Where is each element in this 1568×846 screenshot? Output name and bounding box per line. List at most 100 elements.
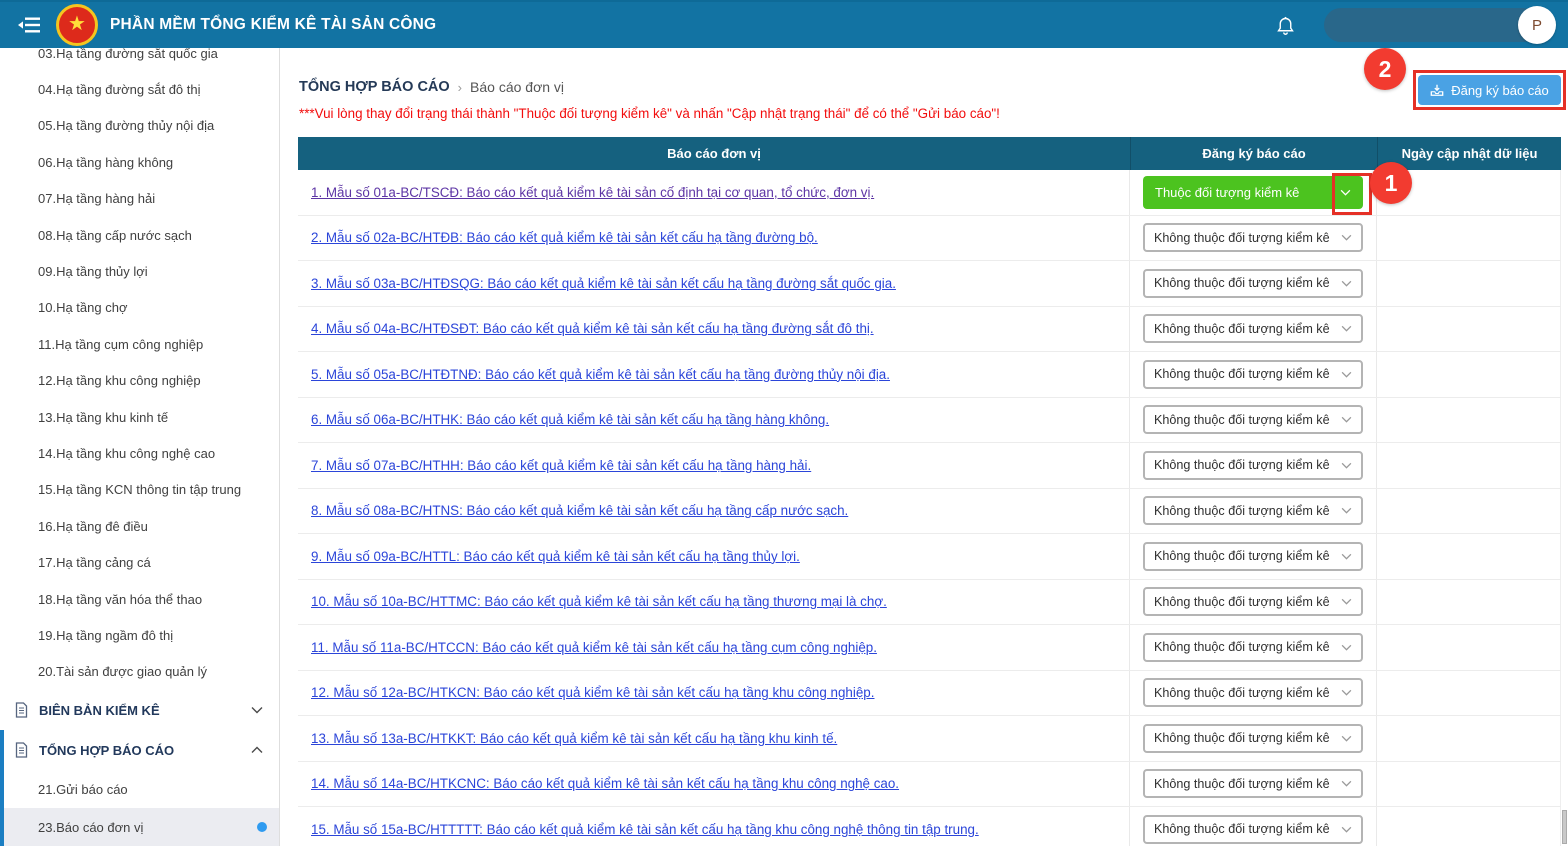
sidebar-item-label: 23.Báo cáo đơn vị <box>38 819 144 835</box>
sidebar-item[interactable]: 12.Hạ tầng khu công nghiệp <box>0 363 279 399</box>
breadcrumb-page: Báo cáo đơn vị <box>470 79 565 95</box>
status-select[interactable]: Không thuộc đối tượng kiểm kê <box>1143 541 1363 571</box>
sidebar-section-bien-ban-kiem-ke[interactable]: BIÊN BẢN KIỂM KÊ <box>0 690 279 730</box>
status-select[interactable]: Không thuộc đối tượng kiểm kê <box>1143 723 1363 753</box>
report-link[interactable]: 3. Mẫu số 03a-BC/HTĐSQG: Báo cáo kết quả… <box>311 276 896 291</box>
report-cell: 7. Mẫu số 07a-BC/HTHH: Báo cáo kết quả k… <box>298 443 1130 488</box>
sidebar-item[interactable]: 16.Hạ tầng đê điều <box>0 508 279 544</box>
sidebar-item-gui-bao-cao[interactable]: 21.Gửi báo cáo <box>4 770 279 808</box>
status-select[interactable]: Không thuộc đối tượng kiểm kê <box>1143 314 1363 344</box>
status-select[interactable]: Không thuộc đối tượng kiểm kê <box>1143 678 1363 708</box>
report-link[interactable]: 15. Mẫu số 15a-BC/HTTTTT: Báo cáo kết qu… <box>311 822 979 837</box>
report-link[interactable]: 9. Mẫu số 09a-BC/HTTL: Báo cáo kết quả k… <box>311 549 800 564</box>
report-link[interactable]: 12. Mẫu số 12a-BC/HTKCN: Báo cáo kết quả… <box>311 685 874 700</box>
report-cell: 9. Mẫu số 09a-BC/HTTL: Báo cáo kết quả k… <box>298 534 1130 579</box>
sidebar-item[interactable]: 07.Hạ tầng hàng hải <box>0 181 279 217</box>
sidebar-item-clipped[interactable]: 03.Hạ tầng đường sắt quốc gia <box>0 48 279 71</box>
vertical-scrollbar-thumb[interactable] <box>1562 810 1567 844</box>
report-cell: 15. Mẫu số 15a-BC/HTTTTT: Báo cáo kết qu… <box>298 807 1130 846</box>
app-header: ★ PHẦN MỀM TỔNG KIỂM KÊ TÀI SẢN CÔNG P <box>0 0 1568 48</box>
report-link[interactable]: 2. Mẫu số 02a-BC/HTĐB: Báo cáo kết quả k… <box>311 230 818 245</box>
column-header-ngay-cap-nhat: Ngày cập nhật dữ liệu <box>1377 137 1561 170</box>
report-link[interactable]: 4. Mẫu số 04a-BC/HTĐSĐT: Báo cáo kết quả… <box>311 321 874 336</box>
notification-bell-icon[interactable] <box>1275 15 1296 36</box>
chevron-down-icon <box>1341 689 1352 696</box>
table-row: 4. Mẫu số 04a-BC/HTĐSĐT: Báo cáo kết quả… <box>298 306 1561 352</box>
report-link[interactable]: 14. Mẫu số 14a-BC/HTKCNC: Báo cáo kết qu… <box>311 776 899 791</box>
status-select[interactable]: Không thuộc đối tượng kiểm kê <box>1143 450 1363 480</box>
updated-date-cell <box>1377 215 1561 260</box>
status-select[interactable]: Không thuộc đối tượng kiểm kê <box>1143 268 1363 298</box>
sidebar-item[interactable]: 05.Hạ tầng đường thủy nội địa <box>0 108 279 144</box>
register-report-button[interactable]: Đăng ký báo cáo <box>1418 75 1561 105</box>
sidebar-item[interactable]: 17.Hạ tầng cảng cá <box>0 544 279 580</box>
sidebar-item[interactable]: 04.Hạ tầng đường sắt đô thị <box>0 71 279 107</box>
status-select-value: Không thuộc đối tượng kiểm kê <box>1154 685 1330 700</box>
sidebar-item[interactable]: 08.Hạ tầng cấp nước sạch <box>0 217 279 253</box>
report-link[interactable]: 7. Mẫu số 07a-BC/HTHH: Báo cáo kết quả k… <box>311 458 811 473</box>
table-row: 3. Mẫu số 03a-BC/HTĐSQG: Báo cáo kết quả… <box>298 261 1561 307</box>
report-table: Báo cáo đơn vị Đăng ký báo cáo Ngày cập … <box>298 137 1561 846</box>
chevron-down-icon <box>1341 644 1352 651</box>
table-row: 9. Mẫu số 09a-BC/HTTL: Báo cáo kết quả k… <box>298 534 1561 580</box>
status-select[interactable]: Thuộc đối tượng kiểm kê <box>1143 175 1363 209</box>
status-select[interactable]: Không thuộc đối tượng kiểm kê <box>1143 632 1363 662</box>
updated-date-cell <box>1377 625 1561 670</box>
annotation-box-status-chevron <box>1332 173 1372 215</box>
report-link[interactable]: 5. Mẫu số 05a-BC/HTĐTNĐ: Báo cáo kết quả… <box>311 367 890 382</box>
report-link[interactable]: 13. Mẫu số 13a-BC/HTKKT: Báo cáo kết quả… <box>311 731 837 746</box>
sidebar-section-tong-hop-bao-cao[interactable]: TỔNG HỢP BÁO CÁO <box>4 730 279 770</box>
sidebar-item[interactable]: 15.Hạ tầng KCN thông tin tập trung <box>0 472 279 508</box>
table-row: 12. Mẫu số 12a-BC/HTKCN: Báo cáo kết quả… <box>298 670 1561 716</box>
status-select[interactable]: Không thuộc đối tượng kiểm kê <box>1143 769 1363 799</box>
status-select-value: Không thuộc đối tượng kiểm kê <box>1154 321 1330 336</box>
status-select[interactable]: Không thuộc đối tượng kiểm kê <box>1143 359 1363 389</box>
status-select[interactable]: Không thuộc đối tượng kiểm kê <box>1143 814 1363 844</box>
table-row: 2. Mẫu số 02a-BC/HTĐB: Báo cáo kết quả k… <box>298 215 1561 261</box>
report-link[interactable]: 8. Mẫu số 08a-BC/HTNS: Báo cáo kết quả k… <box>311 503 848 518</box>
status-select[interactable]: Không thuộc đối tượng kiểm kê <box>1143 496 1363 526</box>
user-name-pill[interactable] <box>1324 8 1540 42</box>
report-link[interactable]: 10. Mẫu số 10a-BC/HTTMC: Báo cáo kết quả… <box>311 594 887 609</box>
warning-text: ***Vui lòng thay đổi trạng thái thành "T… <box>299 106 1000 121</box>
user-area: P <box>1324 6 1556 44</box>
sidebar-item[interactable]: 19.Hạ tầng ngầm đô thị <box>0 617 279 653</box>
sidebar-item[interactable]: 20.Tài sản được giao quản lý <box>0 654 279 690</box>
status-select-value: Không thuộc đối tượng kiểm kê <box>1154 230 1330 245</box>
sidebar-item-bao-cao-don-vi[interactable]: 23.Báo cáo đơn vị <box>4 808 279 846</box>
report-cell: 1. Mẫu số 01a-BC/TSCĐ: Báo cáo kết quả k… <box>298 170 1130 215</box>
chevron-down-icon <box>1341 234 1352 241</box>
status-select-value: Không thuộc đối tượng kiểm kê <box>1154 458 1330 473</box>
report-link[interactable]: 11. Mẫu số 11a-BC/HTCCN: Báo cáo kết quả… <box>311 640 877 655</box>
sidebar-section-label: BIÊN BẢN KIỂM KÊ <box>39 702 160 718</box>
status-cell: Không thuộc đối tượng kiểm kê <box>1130 670 1377 715</box>
sidebar-item[interactable]: 10.Hạ tầng chợ <box>0 290 279 326</box>
sidebar-item[interactable]: 06.Hạ tầng hàng không <box>0 144 279 180</box>
menu-fold-icon[interactable] <box>18 16 42 34</box>
sidebar-item[interactable]: 14.Hạ tầng khu công nghệ cao <box>0 435 279 471</box>
sidebar-item[interactable]: 18.Hạ tầng văn hóa thể thao <box>0 581 279 617</box>
report-cell: 3. Mẫu số 03a-BC/HTĐSQG: Báo cáo kết quả… <box>298 261 1130 306</box>
sidebar-item[interactable]: 11.Hạ tầng cụm công nghiệp <box>0 326 279 362</box>
status-cell: Không thuộc đối tượng kiểm kê <box>1130 215 1377 260</box>
report-link[interactable]: 6. Mẫu số 06a-BC/HTHK: Báo cáo kết quả k… <box>311 412 829 427</box>
table-row: 10. Mẫu số 10a-BC/HTTMC: Báo cáo kết quả… <box>298 579 1561 625</box>
sidebar-item[interactable]: 09.Hạ tầng thủy lợi <box>0 253 279 289</box>
table-row: 15. Mẫu số 15a-BC/HTTTTT: Báo cáo kết qu… <box>298 807 1561 846</box>
updated-date-cell <box>1377 443 1561 488</box>
sidebar-item-list: 04.Hạ tầng đường sắt đô thị 05.Hạ tầng đư… <box>0 71 279 690</box>
status-cell: Không thuộc đối tượng kiểm kê <box>1130 761 1377 806</box>
status-select[interactable]: Không thuộc đối tượng kiểm kê <box>1143 405 1363 435</box>
avatar[interactable]: P <box>1518 6 1556 44</box>
report-link[interactable]: 1. Mẫu số 01a-BC/TSCĐ: Báo cáo kết quả k… <box>311 185 874 200</box>
national-emblem-logo: ★ <box>56 4 98 46</box>
breadcrumb-section[interactable]: TỔNG HỢP BÁO CÁO <box>299 79 450 95</box>
status-select[interactable]: Không thuộc đối tượng kiểm kê <box>1143 223 1363 253</box>
updated-date-cell <box>1377 716 1561 761</box>
chevron-up-icon <box>251 746 263 754</box>
sidebar-item[interactable]: 13.Hạ tầng khu kinh tế <box>0 399 279 435</box>
updated-date-cell <box>1377 306 1561 351</box>
status-cell: Không thuộc đối tượng kiểm kê <box>1130 397 1377 442</box>
status-select-value: Không thuộc đối tượng kiểm kê <box>1154 594 1330 609</box>
status-select[interactable]: Không thuộc đối tượng kiểm kê <box>1143 587 1363 617</box>
